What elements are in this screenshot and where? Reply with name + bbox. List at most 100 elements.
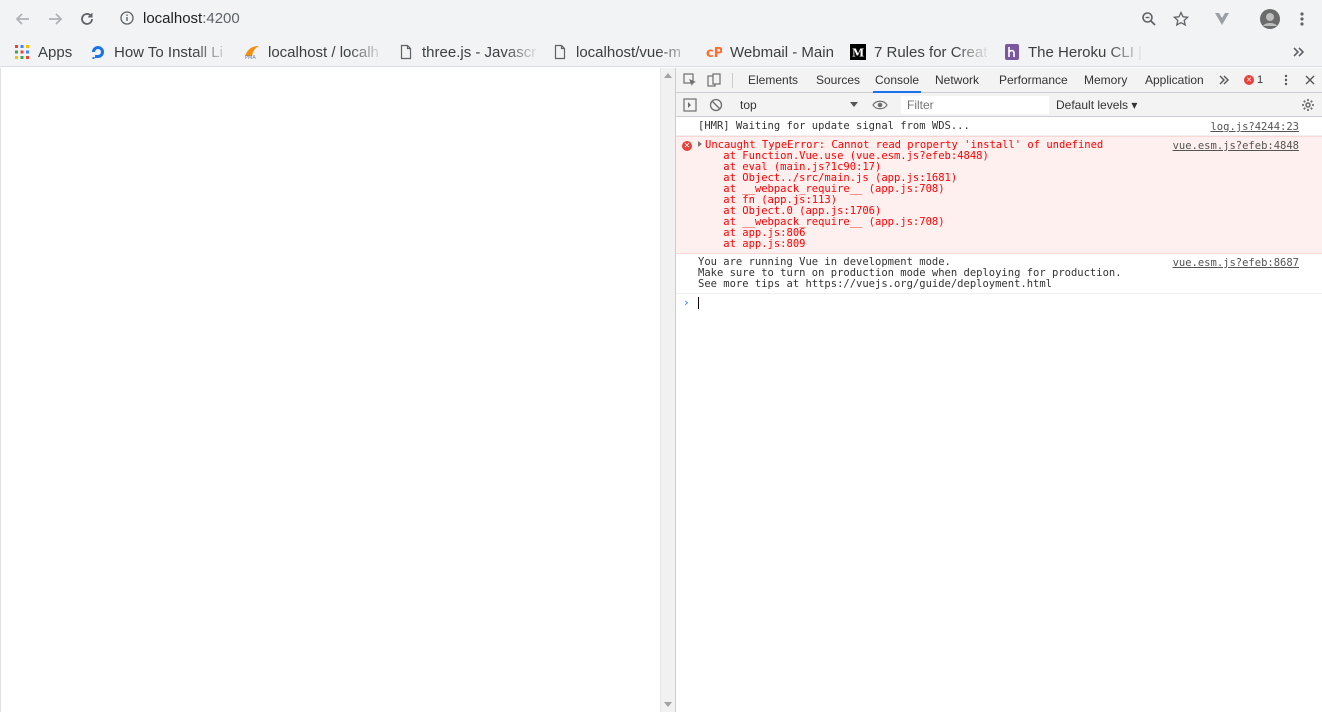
devtools-panel: Elements Sources Console Network Perform… — [675, 68, 1322, 712]
vue-logo-icon — [1215, 13, 1229, 25]
bookmark-label: How To Install Li — [114, 43, 223, 61]
double-chevron-right-icon — [1293, 47, 1305, 57]
error-count-badge[interactable]: ✕ 1 — [1244, 74, 1263, 86]
reload-icon — [81, 13, 93, 25]
double-chevron-right-icon — [1219, 75, 1229, 85]
console-prompt[interactable]: › — [676, 294, 1322, 312]
bookmark-label: The Heroku CLI | — [1028, 43, 1142, 61]
live-expression-button[interactable] — [872, 97, 888, 113]
url-port: :4200 — [202, 10, 240, 27]
scroll-up-icon — [664, 73, 672, 78]
message-source-link[interactable]: vue.esm.js?efeb:8687 — [1173, 257, 1299, 269]
page-viewport — [0, 68, 660, 712]
more-tabs-button[interactable] — [1216, 72, 1232, 88]
block-icon — [709, 98, 723, 112]
apps-grid-icon — [14, 44, 30, 60]
kebab-menu-icon — [1284, 74, 1288, 86]
log-levels-dropdown[interactable]: Default levels ▾ — [1056, 96, 1137, 114]
devtools-menu-button[interactable] — [1278, 72, 1294, 88]
expand-triangle-icon[interactable] — [698, 141, 702, 147]
profile-avatar[interactable] — [1259, 8, 1281, 30]
message-text[interactable]: See more tips at https://vuejs.org/guide… — [698, 279, 1299, 290]
info-icon[interactable] — [120, 11, 134, 25]
heroku-icon — [1004, 44, 1020, 60]
address-bar[interactable]: localhost:4200 — [112, 4, 1172, 33]
chevron-down-icon — [850, 102, 858, 107]
scroll-down-icon — [664, 702, 672, 707]
tab-sources[interactable]: Sources — [814, 68, 862, 93]
console-message-hmr: [HMR] Waiting for update signal from WDS… — [676, 118, 1322, 136]
back-button[interactable] — [12, 8, 34, 30]
error-count: 1 — [1257, 74, 1264, 86]
bookmark-star-button[interactable] — [1170, 8, 1192, 30]
context-selector[interactable]: top — [736, 96, 860, 114]
digitalocean-icon — [90, 44, 106, 60]
bookmark-threejs[interactable]: three.js - Javascr — [398, 41, 540, 63]
bookmarks-overflow-button[interactable] — [1292, 41, 1310, 63]
zoom-button[interactable] — [1138, 8, 1160, 30]
svg-text:M: M — [852, 47, 864, 60]
browser-menu-button[interactable] — [1291, 8, 1313, 30]
inspect-element-button[interactable] — [682, 72, 698, 88]
forward-button[interactable] — [44, 8, 66, 30]
close-devtools-button[interactable] — [1302, 72, 1318, 88]
device-mobile-icon — [707, 73, 721, 87]
message-text: [HMR] Waiting for update signal from WDS… — [698, 120, 970, 132]
arrow-left-icon — [15, 13, 29, 25]
close-icon — [1305, 75, 1315, 85]
bookmark-how-to-install[interactable]: How To Install Li — [90, 41, 230, 63]
tab-console[interactable]: Console — [873, 68, 922, 93]
device-toolbar-button[interactable] — [706, 72, 722, 88]
bookmarks-bar: Apps How To Install Li PMA localhost / l… — [0, 37, 1322, 67]
inspect-cursor-icon — [683, 73, 696, 86]
url-text: localhost:4200 — [143, 10, 240, 27]
svg-text:cP: cP — [706, 46, 722, 60]
toolbar-divider — [732, 73, 733, 88]
console-message-vue-dev: You are running Vue in development mode.… — [676, 254, 1322, 294]
prompt-chevron-icon: › — [683, 296, 690, 309]
bookmark-localhost-vue[interactable]: localhost/vue-m — [552, 41, 692, 63]
console-output: [HMR] Waiting for update signal from WDS… — [676, 118, 1322, 712]
console-settings-button[interactable] — [1300, 97, 1316, 113]
console-filter-bar: top Default levels ▾ — [676, 93, 1322, 117]
star-icon — [1173, 11, 1189, 27]
tab-elements[interactable]: Elements — [746, 68, 800, 93]
bookmark-label: Webmail - Main — [730, 43, 834, 61]
bookmark-label: 7 Rules for Creat — [874, 43, 988, 61]
avatar-icon — [1260, 9, 1280, 29]
bookmark-label: localhost / localh — [268, 43, 379, 61]
text-caret — [698, 297, 699, 309]
error-circle-icon: ✕ — [682, 141, 692, 151]
gear-icon — [1302, 99, 1314, 111]
reload-button[interactable] — [76, 8, 98, 30]
tab-performance[interactable]: Performance — [997, 68, 1070, 93]
bookmark-apps[interactable]: Apps — [14, 41, 84, 63]
svg-text:PMA: PMA — [245, 55, 256, 60]
message-source-link[interactable]: vue.esm.js?efeb:4848 — [1173, 140, 1299, 152]
page-icon — [398, 44, 414, 60]
message-source-link[interactable]: log.js?4244:23 — [1210, 121, 1299, 133]
bookmark-label: three.js - Javascr — [422, 43, 537, 61]
bookmark-localhost-phpmyadmin[interactable]: PMA localhost / localh — [244, 41, 384, 63]
tab-memory[interactable]: Memory — [1082, 68, 1129, 93]
bookmark-heroku-cli[interactable]: The Heroku CLI | — [1004, 41, 1144, 63]
error-circle-icon: ✕ — [1244, 75, 1254, 85]
vue-devtools-extension[interactable] — [1211, 8, 1233, 30]
medium-icon: M — [850, 44, 866, 60]
context-value: top — [740, 98, 757, 112]
devtools-tabbar: Elements Sources Console Network Perform… — [676, 68, 1322, 93]
tab-application[interactable]: Application — [1143, 68, 1206, 93]
page-scrollbar[interactable] — [660, 68, 675, 712]
eye-icon — [872, 100, 888, 110]
cpanel-icon: cP — [706, 44, 722, 60]
url-host: localhost — [143, 10, 203, 27]
console-message-error: ✕ Uncaught TypeError: Cannot read proper… — [676, 136, 1322, 254]
stack-frame[interactable]: at app.js:809 — [698, 239, 1299, 250]
bookmark-7-rules[interactable]: M 7 Rules for Creat — [850, 41, 990, 63]
show-sidebar-button[interactable] — [682, 97, 698, 113]
clear-console-button[interactable] — [708, 97, 724, 113]
console-filter-input[interactable] — [901, 96, 1049, 114]
tab-network[interactable]: Network — [933, 68, 981, 93]
arrow-right-icon — [49, 13, 63, 25]
bookmark-webmail[interactable]: cP Webmail - Main — [706, 41, 838, 63]
